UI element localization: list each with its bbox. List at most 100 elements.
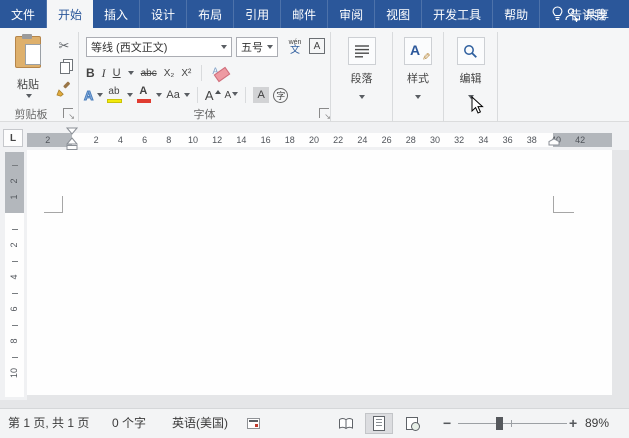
character-border-button[interactable]: A [309, 38, 325, 54]
chevron-down-icon[interactable] [267, 45, 273, 49]
separator [245, 87, 247, 103]
paragraph-lines-icon [347, 37, 376, 65]
web-layout-button[interactable] [398, 413, 426, 434]
clear-formatting-button[interactable]: A [212, 66, 231, 83]
font-size-combo[interactable]: 五号 [236, 37, 278, 57]
paragraph-group-button[interactable]: 段落 [331, 28, 392, 122]
pencil-icon: ✎ [419, 52, 431, 61]
zoom-slider-track[interactable] [458, 423, 567, 424]
font-color-button[interactable]: A [137, 85, 152, 103]
change-case-dropdown-arrow[interactable] [183, 93, 190, 97]
crop-mark-top-right [553, 196, 574, 213]
tab-home[interactable]: 开始 [47, 0, 94, 28]
book-icon [339, 418, 353, 430]
italic-button[interactable]: I [102, 66, 106, 81]
subscript-button[interactable]: X₂ [164, 68, 175, 79]
vertical-ruler[interactable]: 2 1 2 4 6 8 10 [0, 150, 27, 400]
ruler-number: 14 [236, 135, 247, 145]
tab-stop-selector[interactable]: L [3, 129, 23, 147]
character-border-icon: A [309, 38, 325, 54]
cut-button[interactable]: ✂ [52, 36, 76, 55]
tab-developer[interactable]: 开发工具 [422, 0, 494, 28]
tab-view[interactable]: 视图 [375, 0, 423, 28]
ruler-tick [12, 261, 18, 262]
ruler-number: 34 [478, 135, 489, 145]
print-layout-icon [373, 416, 385, 431]
grow-font-button[interactable]: A [205, 88, 221, 103]
word-window: 文件 开始 插入 设计 布局 引用 邮件 审阅 视图 开发工具 帮助 告诉我 共享 粘贴 ✂ [0, 0, 629, 438]
ruler-number: 6 [9, 306, 19, 312]
eraser-icon: A [212, 66, 231, 83]
clipboard-group-label: 剪贴板 [14, 109, 48, 121]
ruler-number: 42 [575, 135, 586, 145]
ruler-tick [12, 325, 18, 326]
page-number-status[interactable]: 第 1 页, 共 1 页 [8, 409, 89, 438]
font-size-value: 五号 [241, 42, 263, 54]
chevron-down-icon[interactable] [221, 45, 227, 49]
paste-button[interactable]: 粘贴 [6, 34, 50, 100]
paste-dropdown-arrow[interactable] [26, 94, 32, 98]
tab-design[interactable]: 设计 [140, 0, 188, 28]
shrink-font-button[interactable]: A [225, 90, 239, 101]
zoom-slider-thumb[interactable] [496, 417, 503, 430]
share-person-icon [565, 7, 579, 22]
zoom-level[interactable]: 89% [585, 409, 609, 438]
ribbon-tabs: 文件 开始 插入 设计 布局 引用 邮件 审阅 视图 开发工具 帮助 [0, 0, 541, 28]
ruler-number: 30 [429, 135, 441, 145]
tab-file[interactable]: 文件 [0, 0, 48, 28]
ruler-number: 4 [117, 135, 123, 145]
macro-recording-icon[interactable] [247, 418, 260, 429]
zoom-out-button[interactable]: − [443, 409, 451, 438]
highlighter-icon: ab [107, 86, 123, 103]
clipboard-dialog-launcher[interactable] [63, 108, 75, 121]
character-shading-button[interactable]: A [253, 87, 270, 103]
web-layout-icon [405, 417, 420, 431]
share-button[interactable]: 共享 [564, 0, 609, 28]
paragraph-dropdown-arrow[interactable] [358, 95, 365, 99]
bold-button[interactable]: B [86, 66, 95, 80]
separator [196, 87, 198, 103]
first-line-indent-marker[interactable] [66, 127, 78, 135]
tab-layout[interactable]: 布局 [187, 0, 235, 28]
tab-review[interactable]: 审阅 [328, 0, 376, 28]
font-name-combo[interactable]: 等线 (西文正文) [86, 37, 232, 57]
copy-button[interactable] [52, 57, 76, 76]
language-status[interactable]: 英语(美国) [172, 409, 228, 438]
font-color-dropdown-arrow[interactable] [156, 93, 163, 97]
change-case-button[interactable]: Aa [166, 89, 179, 101]
zoom-in-button[interactable]: + [569, 409, 577, 438]
tab-insert[interactable]: 插入 [93, 0, 141, 28]
highlight-dropdown-arrow[interactable] [127, 93, 134, 97]
styles-group-button[interactable]: A ✎ 样式 [393, 28, 443, 122]
underline-button[interactable]: U [113, 67, 121, 79]
read-mode-button[interactable] [332, 413, 360, 434]
phonetic-guide-button[interactable]: wén 文 [284, 36, 306, 58]
ruler-number: 8 [166, 135, 172, 145]
superscript-button[interactable]: X² [181, 68, 191, 79]
tab-references[interactable]: 引用 [234, 0, 282, 28]
horizontal-ruler[interactable]: L 22468101214161820222426283032343638404… [0, 122, 629, 150]
word-count-status[interactable]: 0 个字 [112, 409, 146, 438]
text-effects-button[interactable]: A [83, 87, 93, 103]
strikethrough-button[interactable]: abc [141, 68, 157, 79]
ruler-number: 18 [284, 135, 295, 145]
format-painter-button[interactable] [52, 79, 76, 98]
horizontal-ruler-bar: 224681012141618202224262830323436384042 [27, 133, 612, 147]
print-layout-button[interactable] [365, 413, 393, 434]
document-page[interactable] [27, 150, 612, 395]
ruler-number: 4 [9, 274, 19, 280]
tab-mailings[interactable]: 邮件 [281, 0, 329, 28]
ruler-number: 2 [45, 135, 51, 145]
enclose-characters-button[interactable]: 字 [273, 87, 289, 103]
highlight-color-button[interactable]: ab [107, 86, 123, 103]
font-dialog-launcher[interactable] [319, 108, 331, 121]
tab-help[interactable]: 帮助 [493, 0, 541, 28]
font-group-label: 字体 [193, 109, 216, 121]
styles-dropdown-arrow[interactable] [415, 95, 421, 99]
text-effects-dropdown-arrow[interactable] [97, 93, 104, 97]
separator [201, 65, 203, 81]
right-indent-marker[interactable] [548, 138, 560, 146]
hanging-indent-marker[interactable] [66, 137, 78, 145]
lightbulb-icon [552, 6, 563, 21]
underline-dropdown-arrow[interactable] [127, 71, 134, 75]
